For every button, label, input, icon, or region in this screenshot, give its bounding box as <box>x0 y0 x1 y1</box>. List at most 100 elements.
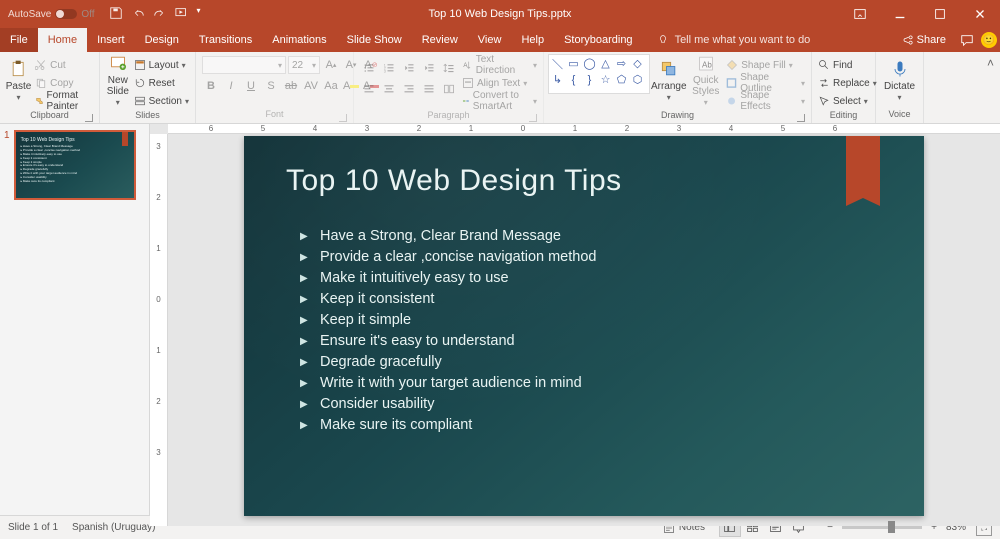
tab-view[interactable]: View <box>468 28 512 52</box>
shape-triangle-icon: △ <box>599 57 612 70</box>
shadow-icon[interactable]: S <box>262 77 280 95</box>
group-drawing-label: Drawing <box>661 110 694 120</box>
quick-styles-button[interactable]: Ab Quick Styles▾ <box>687 54 724 108</box>
slide-canvas[interactable]: Top 10 Web Design Tips Have a Strong, Cl… <box>168 134 1000 526</box>
increase-indent-icon[interactable] <box>420 59 438 77</box>
character-spacing-icon[interactable]: AV <box>302 77 320 95</box>
save-icon[interactable] <box>109 6 123 23</box>
slide-title[interactable]: Top 10 Web Design Tips <box>286 164 882 198</box>
format-painter-icon <box>35 95 43 107</box>
shape-callout-icon: ⬠ <box>615 73 628 86</box>
tab-animations[interactable]: Animations <box>262 28 336 52</box>
title-bar: AutoSave Off ▾ Top 10 Web Design Tips.pp… <box>0 0 1000 28</box>
ribbon-display-options-icon[interactable] <box>840 0 880 28</box>
slide-thumbnails-panel[interactable]: 1 Top 10 Web Design Tips Have a Strong, … <box>0 124 150 515</box>
format-painter-button[interactable]: Format Painter <box>33 92 95 110</box>
comments-icon[interactable] <box>956 28 978 52</box>
autosave-toggle[interactable]: AutoSave Off <box>8 9 95 20</box>
shape-outline-icon <box>726 77 737 89</box>
zoom-slider[interactable] <box>842 526 922 529</box>
bold-icon[interactable]: B <box>202 77 220 95</box>
group-font: ▾ 22▾ A▴ A▾ A⊘ B I U S ab AV Aa A A Font <box>196 52 354 123</box>
group-editing: Find Replace▾ Select▾ Editing <box>812 52 876 123</box>
shape-effects-button[interactable]: Shape Effects▾ <box>724 92 807 110</box>
slide-counter[interactable]: Slide 1 of 1 <box>8 522 58 533</box>
slide-thumbnail-1[interactable]: Top 10 Web Design Tips Have a Strong, Cl… <box>14 130 136 200</box>
clipboard-launcher-icon[interactable] <box>85 114 93 122</box>
tab-help[interactable]: Help <box>511 28 554 52</box>
qat-dropdown-icon[interactable]: ▾ <box>197 6 201 23</box>
start-from-beginning-icon[interactable] <box>175 6 189 23</box>
minimize-icon[interactable] <box>880 0 920 28</box>
collapse-ribbon-icon[interactable]: ˄ <box>987 56 994 70</box>
svg-text:Ab: Ab <box>702 61 712 70</box>
font-launcher-icon[interactable] <box>339 114 347 122</box>
decrease-indent-icon[interactable] <box>400 59 418 77</box>
new-slide-button[interactable]: New Slide ▾ <box>104 54 132 108</box>
paragraph-launcher-icon[interactable] <box>529 114 537 122</box>
dictate-button[interactable]: Dictate▾ <box>880 54 919 108</box>
text-direction-button[interactable]: AText Direction▾ <box>460 56 539 74</box>
cut-button[interactable]: Cut <box>33 56 95 74</box>
replace-button[interactable]: Replace▾ <box>816 74 879 92</box>
text-direction-label: Text Direction <box>476 54 530 76</box>
drawing-launcher-icon[interactable] <box>797 114 805 122</box>
tab-home[interactable]: Home <box>38 28 87 52</box>
quick-styles-icon: Ab <box>696 54 716 73</box>
share-icon <box>901 34 913 46</box>
redo-icon[interactable] <box>153 6 167 23</box>
align-right-icon[interactable] <box>400 80 418 98</box>
horizontal-ruler[interactable]: 6543210123456 <box>168 124 1000 134</box>
convert-smartart-button[interactable]: Convert to SmartArt▾ <box>460 92 539 110</box>
language-indicator[interactable]: Spanish (Uruguay) <box>72 522 155 533</box>
vertical-ruler[interactable]: 3210123 <box>150 134 168 526</box>
tab-design[interactable]: Design <box>135 28 189 52</box>
slide-bullet-list[interactable]: Have a Strong, Clear Brand Message Provi… <box>286 226 882 436</box>
change-case-icon[interactable]: Aa <box>322 77 340 95</box>
underline-icon[interactable]: U <box>242 77 260 95</box>
slide[interactable]: Top 10 Web Design Tips Have a Strong, Cl… <box>244 136 924 516</box>
layout-button[interactable]: Layout▾ <box>132 56 191 74</box>
thumbnail-number: 1 <box>4 130 10 200</box>
tab-storyboarding[interactable]: Storyboarding <box>554 28 643 52</box>
bullet-item: Consider usability <box>320 394 882 415</box>
align-left-icon[interactable] <box>360 80 378 98</box>
justify-icon[interactable] <box>420 80 438 98</box>
reset-button[interactable]: Reset <box>132 74 191 92</box>
line-spacing-icon[interactable] <box>440 59 458 77</box>
find-button[interactable]: Find <box>816 56 854 74</box>
bullet-item: Make it intuitively easy to use <box>320 268 882 289</box>
close-icon[interactable] <box>960 0 1000 28</box>
group-slides-label: Slides <box>135 110 160 120</box>
arrange-button[interactable]: Arrange▾ <box>650 54 687 108</box>
bullets-icon[interactable] <box>360 59 378 77</box>
paste-button[interactable]: Paste ▾ <box>4 54 33 108</box>
maximize-icon[interactable] <box>920 0 960 28</box>
tell-me-search[interactable]: Tell me what you want to do <box>643 28 811 52</box>
tab-review[interactable]: Review <box>412 28 468 52</box>
increase-font-icon[interactable]: A▴ <box>322 56 340 74</box>
undo-icon[interactable] <box>131 6 145 23</box>
font-size-combo[interactable]: 22▾ <box>288 56 320 74</box>
shapes-gallery[interactable]: ＼▭◯△⇨◇ ↳{}☆⬠⬡ <box>548 54 650 94</box>
select-button[interactable]: Select▾ <box>816 92 870 110</box>
account-face-icon[interactable]: 🙂 <box>978 28 1000 52</box>
share-button[interactable]: Share <box>891 28 956 52</box>
document-title: Top 10 Web Design Tips.pptx <box>429 8 572 20</box>
tab-file[interactable]: File <box>0 28 38 52</box>
align-center-icon[interactable] <box>380 80 398 98</box>
tab-insert[interactable]: Insert <box>87 28 135 52</box>
tab-transitions[interactable]: Transitions <box>189 28 262 52</box>
font-name-combo[interactable]: ▾ <box>202 56 286 74</box>
section-button[interactable]: Section▾ <box>132 92 191 110</box>
italic-icon[interactable]: I <box>222 77 240 95</box>
copy-button[interactable]: Copy <box>33 74 95 92</box>
shape-hexagon-icon: ⬡ <box>631 73 644 86</box>
tab-slideshow[interactable]: Slide Show <box>337 28 412 52</box>
columns-icon[interactable] <box>440 80 458 98</box>
shape-oval-icon: ◯ <box>583 57 596 70</box>
strikethrough-icon[interactable]: ab <box>282 77 300 95</box>
text-direction-icon: A <box>462 59 473 71</box>
numbering-icon[interactable]: 123 <box>380 59 398 77</box>
zoom-slider-thumb[interactable] <box>888 521 895 533</box>
